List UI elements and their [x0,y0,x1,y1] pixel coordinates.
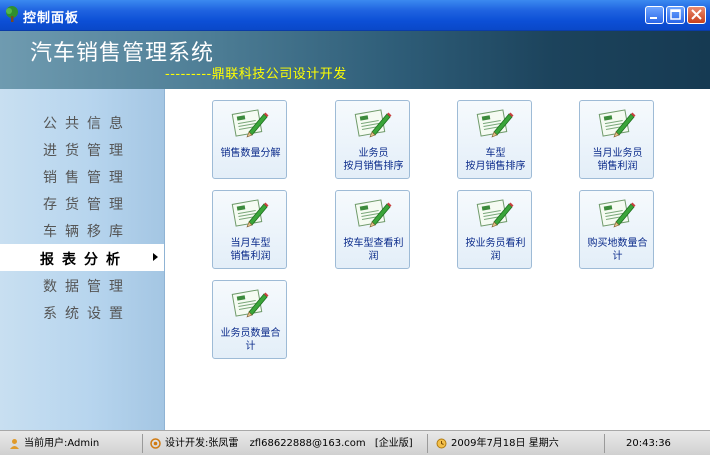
report-edit-icon [476,199,514,228]
contact-email: zfl68622888@163.com [249,438,366,449]
sidebar-menu: 公共信息 进货管理 销售管理 存货管理 车辆移库 报表分析 数据管理 系统设置 [0,89,165,430]
report-edit-icon [354,199,392,228]
tile-salesperson-monthly-rank[interactable]: 业务员 按月销售排序 [335,100,410,179]
date-status: 2009年7月18日 星期六 [436,435,559,452]
sidebar-item-label: 系统设置 [43,306,131,322]
report-edit-icon [598,109,636,138]
sidebar-item-label: 存货管理 [43,197,131,213]
tile-profit-by-salesperson[interactable]: 按业务员看利 润 [457,190,532,269]
sidebar-item-reports[interactable]: 报表分析 [0,244,164,271]
status-bar: 当前用户:Admin 设计开发:张凤雷 zfl68622888@163.com … [0,430,710,455]
current-user-status: 当前用户:Admin [9,435,99,452]
maximize-icon [670,9,681,20]
tile-purchase-location-total[interactable]: 购买地数量合 计 [579,190,654,269]
current-user-text: 当前用户:Admin [24,438,100,449]
window-title: 控制面板 [23,11,80,26]
close-icon [691,9,702,20]
edition-text: [企业版] [374,438,413,449]
tile-salesperson-quantity-total[interactable]: 业务员数量合 计 [212,280,287,359]
sidebar-item-sales[interactable]: 销售管理 [0,162,164,189]
arrow-right-icon [153,253,158,261]
status-divider [142,434,143,453]
sidebar-item-public-info[interactable]: 公共信息 [0,108,164,135]
sidebar-item-label: 数据管理 [43,279,131,295]
close-button[interactable] [687,6,706,24]
tile-label: 按业务员看利 润 [465,238,526,262]
sidebar-item-label: 报表分析 [40,252,128,268]
report-edit-icon [231,199,269,228]
sidebar-item-label: 进货管理 [43,143,131,159]
developer-text: 设计开发:张凤雷 [165,438,239,449]
developer-status: 设计开发:张凤雷 zfl68622888@163.com [企业版] [150,435,413,452]
minimize-icon [650,17,657,19]
company-subtitle: ---------鼎联科技公司设计开发 [165,67,347,82]
report-edit-icon [231,109,269,138]
minimize-button[interactable] [645,6,664,24]
report-edit-icon [231,289,269,318]
tile-salesperson-monthly-profit[interactable]: 当月业务员 销售利润 [579,100,654,179]
report-tiles-panel: 销售数量分解 业务员 按月销售排序 车型 按月销售排序 当月业务员 销售利润 当… [165,89,710,430]
tile-label: 业务员 按月销售排序 [343,148,404,172]
report-edit-icon [476,109,514,138]
sidebar-item-purchase[interactable]: 进货管理 [0,135,164,162]
header-banner: 汽车销售管理系统 ---------鼎联科技公司设计开发 [0,31,710,89]
tile-sales-quantity-breakdown[interactable]: 销售数量分解 [212,100,287,179]
tile-label: 车型 按月销售排序 [465,148,526,172]
copyright-icon [150,437,161,449]
tile-label: 购买地数量合 计 [587,238,648,262]
tile-label: 业务员数量合 计 [220,328,281,352]
user-icon [10,438,19,449]
status-divider [427,434,428,453]
status-divider [604,434,605,453]
date-text: 2009年7月18日 星期六 [451,438,559,449]
tile-model-monthly-rank[interactable]: 车型 按月销售排序 [457,100,532,179]
sidebar-item-label: 销售管理 [43,170,131,186]
tile-profit-by-model[interactable]: 按车型查看利 润 [335,190,410,269]
time-text: 20:43:36 [626,438,671,449]
sidebar-item-data-management[interactable]: 数据管理 [0,271,164,298]
title-bar[interactable]: 控制面板 [0,0,710,31]
tile-label: 当月车型 销售利润 [230,238,271,262]
clock-icon [436,438,447,448]
tile-label: 按车型查看利 润 [343,238,404,262]
maximize-button[interactable] [666,6,685,24]
report-edit-icon [598,199,636,228]
tile-label: 销售数量分解 [220,148,281,159]
control-panel-window: 控制面板 汽车销售管理系统 ---------鼎联科技公司设计开发 公共信息 进… [0,0,710,455]
sidebar-item-inventory[interactable]: 存货管理 [0,189,164,216]
sidebar-item-vehicle-transfer[interactable]: 车辆移库 [0,216,164,243]
tile-model-monthly-profit[interactable]: 当月车型 销售利润 [212,190,287,269]
tree-app-icon [6,6,18,22]
report-edit-icon [354,109,392,138]
sidebar-item-label: 车辆移库 [43,224,131,240]
sidebar-item-label: 公共信息 [43,116,131,132]
sidebar-item-system-settings[interactable]: 系统设置 [0,298,164,325]
tile-label: 当月业务员 销售利润 [592,148,643,172]
